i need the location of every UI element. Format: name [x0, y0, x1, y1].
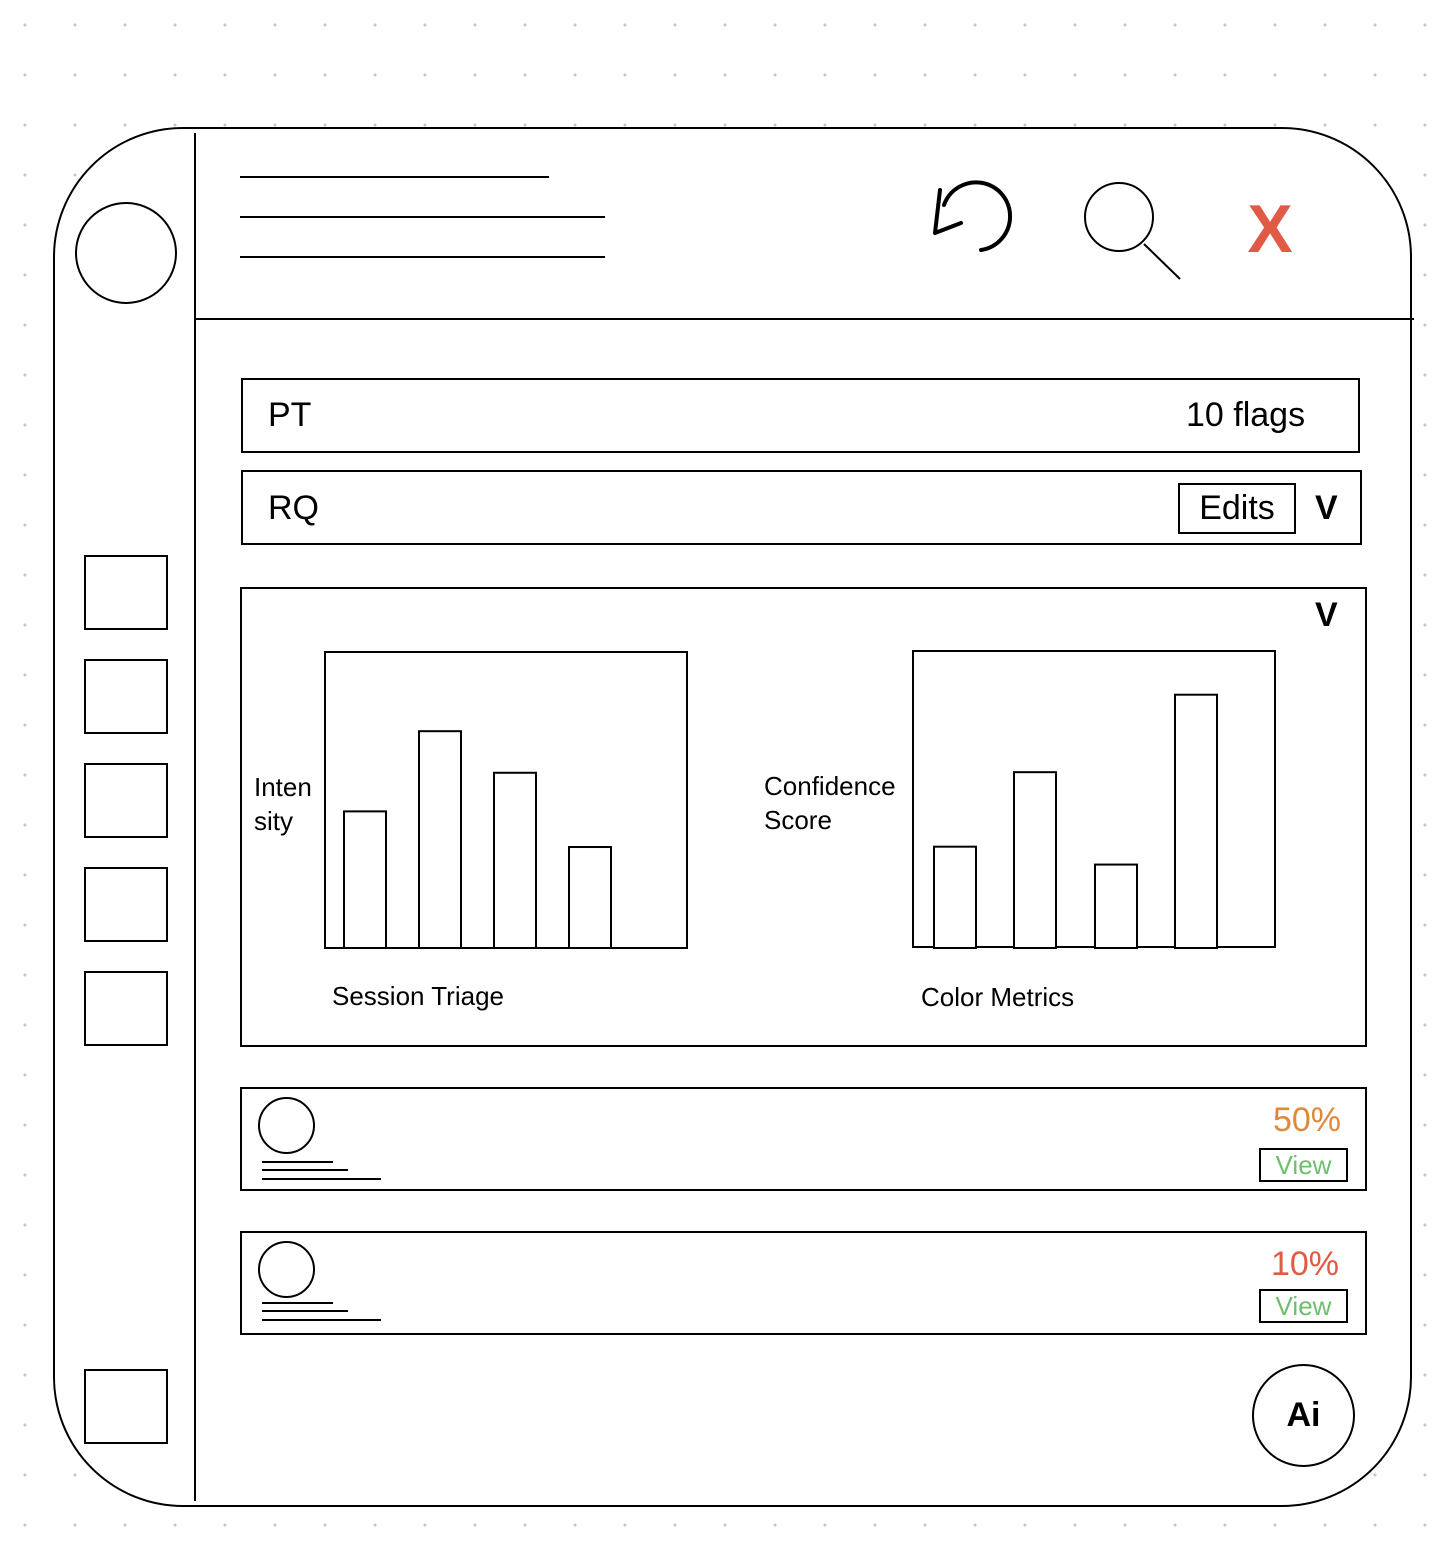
- sidebar-item-2[interactable]: [84, 659, 168, 734]
- sidebar-item-4[interactable]: [84, 867, 168, 942]
- list-item-2-line-1: [262, 1302, 333, 1304]
- title-placeholder-line-3: [240, 256, 605, 258]
- chart-1-ylabel-line-2: sity: [254, 806, 293, 836]
- sidebar-item-bottom[interactable]: [84, 1369, 168, 1444]
- chart-1-bar-2: [418, 730, 462, 949]
- chart-1-caption: Session Triage: [332, 981, 504, 1011]
- list-item-1-avatar: [258, 1097, 315, 1154]
- search-icon[interactable]: [1080, 176, 1186, 286]
- ai-assistant-button[interactable]: Ai: [1252, 1364, 1355, 1467]
- rq-label: RQ: [268, 489, 319, 527]
- sidebar-divider: [194, 133, 196, 1501]
- list-item-2[interactable]: [240, 1231, 1367, 1335]
- charts-chevron-down-icon[interactable]: V: [1315, 598, 1338, 632]
- list-item-2-line-2: [262, 1310, 348, 1312]
- edits-button[interactable]: Edits: [1178, 483, 1296, 534]
- list-item-2-line-3: [262, 1319, 381, 1321]
- user-avatar[interactable]: [75, 202, 177, 304]
- pt-label: PT: [268, 396, 312, 434]
- chart-1: [324, 651, 688, 950]
- chart-2-bar-3: [1094, 863, 1138, 949]
- chart-2-caption: Color Metrics: [921, 982, 1075, 1012]
- list-item-1-line-3: [262, 1178, 381, 1180]
- chart-1-bar-4: [568, 846, 612, 950]
- flags-count: 10 flags: [1186, 396, 1306, 434]
- title-placeholder-line-1: [240, 176, 549, 178]
- sidebar-item-1[interactable]: [84, 555, 168, 630]
- header-divider: [196, 318, 1414, 320]
- chart-2-bar-1: [933, 845, 977, 949]
- chart-2-ylabel-line-2: Score: [764, 805, 832, 835]
- sidebar-item-3[interactable]: [84, 763, 168, 838]
- chart-2-bar-4: [1174, 693, 1218, 950]
- list-item-2-avatar: [258, 1241, 315, 1298]
- close-button[interactable]: X: [1240, 194, 1300, 264]
- list-item-2-percent: 10%: [1270, 1245, 1339, 1283]
- list-item-1-line-1: [262, 1161, 333, 1163]
- list-item-1-line-2: [262, 1169, 348, 1171]
- sidebar-item-5[interactable]: [84, 971, 168, 1046]
- list-item-1[interactable]: [240, 1087, 1367, 1191]
- rq-chevron-down-icon[interactable]: V: [1315, 491, 1338, 525]
- chart-2: [912, 650, 1276, 950]
- chart-1-bar-3: [493, 771, 537, 949]
- chart-2-bar-2: [1013, 771, 1057, 950]
- chart-1-bar-1: [343, 810, 387, 949]
- list-item-2-view-button[interactable]: View: [1259, 1289, 1348, 1323]
- chart-1-ylabel-line-1: Inten: [254, 772, 312, 802]
- list-item-1-view-button[interactable]: View: [1259, 1148, 1348, 1182]
- title-placeholder-line-2: [240, 216, 605, 218]
- chart-2-ylabel-line-1: Confidence: [764, 771, 896, 801]
- list-item-1-percent: 50%: [1272, 1101, 1341, 1139]
- refresh-icon[interactable]: [925, 175, 1020, 260]
